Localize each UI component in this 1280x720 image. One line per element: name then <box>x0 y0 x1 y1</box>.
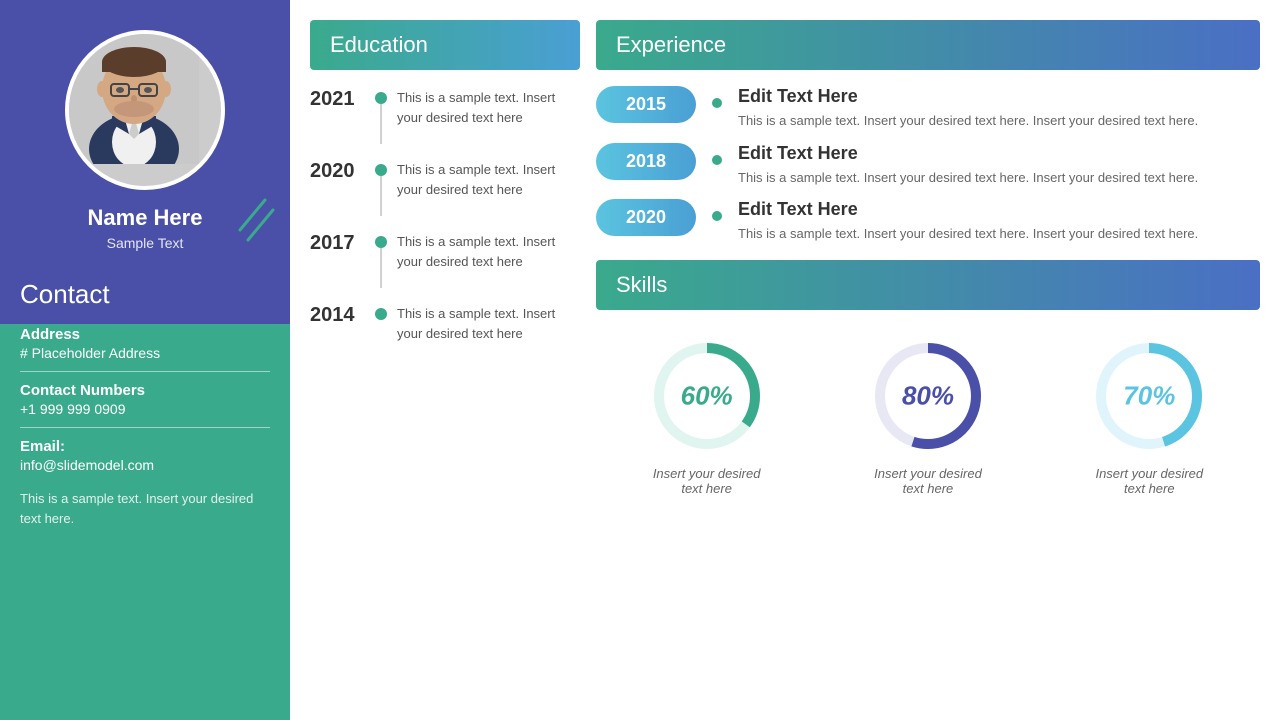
edu-text-4: This is a sample text. Insert your desir… <box>397 302 580 343</box>
skills-container: 60% Insert your desiredtext here 80% <box>596 326 1260 506</box>
skills-header: Skills <box>596 260 1260 310</box>
avatar <box>65 30 225 190</box>
email-value: info@slidemodel.com <box>20 457 270 473</box>
skill-item-1: 60% Insert your desiredtext here <box>647 336 767 496</box>
skill-circle-3: 70% <box>1089 336 1209 456</box>
skill-circle-1: 60% <box>647 336 767 456</box>
table-row: 2017 This is a sample text. Insert your … <box>310 230 580 288</box>
timeline-line-3 <box>380 248 382 288</box>
skill-label-3: Insert your desiredtext here <box>1095 466 1203 496</box>
edu-text-1: This is a sample text. Insert your desir… <box>397 86 580 127</box>
main-content: Education 2021 This is a sample text. In… <box>290 0 1280 720</box>
experience-header: Experience <box>596 20 1260 70</box>
edu-year-1: 2021 <box>310 86 365 111</box>
divider-1 <box>20 371 270 372</box>
decorative-lines-icon <box>235 195 275 245</box>
exp-text-2: This is a sample text. Insert your desir… <box>738 168 1260 188</box>
profile-subtitle: Sample Text <box>107 235 184 251</box>
skill-item-3: 70% Insert your desiredtext here <box>1089 336 1209 496</box>
exp-dot-1 <box>712 98 722 108</box>
dot-container-1 <box>375 86 387 144</box>
exp-dot-circle-1 <box>712 98 722 108</box>
contact-section: Contact Address # Placeholder Address Co… <box>20 279 270 528</box>
experience-section: Experience 2015 Edit Text Here This is a… <box>596 20 1260 244</box>
exp-year-1: 2015 <box>596 86 696 123</box>
skill-item-2: 80% Insert your desiredtext here <box>868 336 988 496</box>
edu-text-2: This is a sample text. Insert your desir… <box>397 158 580 199</box>
education-panel: Education 2021 This is a sample text. In… <box>310 20 580 700</box>
edu-year-3: 2017 <box>310 230 365 255</box>
exp-dot-circle-3 <box>712 211 722 221</box>
profile-name: Name Here <box>88 205 203 231</box>
timeline-line-1 <box>380 104 382 144</box>
exp-text-3: This is a sample text. Insert your desir… <box>738 224 1260 244</box>
list-item: 2015 Edit Text Here This is a sample tex… <box>596 86 1260 131</box>
education-timeline: 2021 This is a sample text. Insert your … <box>310 86 580 357</box>
exp-title-1: Edit Text Here <box>738 86 1260 107</box>
exp-dot-circle-2 <box>712 155 722 165</box>
exp-content-2: Edit Text Here This is a sample text. In… <box>738 143 1260 188</box>
timeline-line-2 <box>380 176 382 216</box>
sidebar: Name Here Sample Text Contact Address # … <box>0 0 290 720</box>
skill-circle-2: 80% <box>868 336 988 456</box>
timeline-dot-2 <box>375 164 387 176</box>
skills-section: Skills 60% Insert your desiredtext here <box>596 260 1260 701</box>
dot-container-3 <box>375 230 387 288</box>
phone-value: +1 999 999 0909 <box>20 401 270 417</box>
timeline-dot-4 <box>375 308 387 320</box>
right-panel: Experience 2015 Edit Text Here This is a… <box>596 20 1260 700</box>
table-row: 2020 This is a sample text. Insert your … <box>310 158 580 216</box>
exp-content-1: Edit Text Here This is a sample text. In… <box>738 86 1260 131</box>
exp-title-3: Edit Text Here <box>738 199 1260 220</box>
exp-dot-3 <box>712 211 722 221</box>
experience-timeline: 2015 Edit Text Here This is a sample tex… <box>596 86 1260 244</box>
address-value: # Placeholder Address <box>20 345 270 361</box>
skill-label-1: Insert your desiredtext here <box>653 466 761 496</box>
exp-year-3: 2020 <box>596 199 696 236</box>
sidebar-footer: This is a sample text. Insert your desir… <box>20 489 270 528</box>
skill-percent-2: 80% <box>902 380 954 411</box>
education-header: Education <box>310 20 580 70</box>
avatar-image <box>69 34 199 164</box>
exp-dot-2 <box>712 155 722 165</box>
dot-container-4 <box>375 302 387 320</box>
exp-content-3: Edit Text Here This is a sample text. In… <box>738 199 1260 244</box>
list-item: 2020 Edit Text Here This is a sample tex… <box>596 199 1260 244</box>
email-label: Email: <box>20 438 270 455</box>
skill-percent-1: 60% <box>681 380 733 411</box>
address-label: Address <box>20 326 270 343</box>
dot-container-2 <box>375 158 387 216</box>
list-item: 2018 Edit Text Here This is a sample tex… <box>596 143 1260 188</box>
timeline-dot-1 <box>375 92 387 104</box>
phone-label: Contact Numbers <box>20 382 270 399</box>
exp-title-2: Edit Text Here <box>738 143 1260 164</box>
edu-year-2: 2020 <box>310 158 365 183</box>
exp-text-1: This is a sample text. Insert your desir… <box>738 111 1260 131</box>
skill-percent-3: 70% <box>1123 380 1175 411</box>
exp-year-2: 2018 <box>596 143 696 180</box>
timeline-dot-3 <box>375 236 387 248</box>
contact-title: Contact <box>20 279 270 310</box>
table-row: 2021 This is a sample text. Insert your … <box>310 86 580 144</box>
table-row: 2014 This is a sample text. Insert your … <box>310 302 580 343</box>
edu-year-4: 2014 <box>310 302 365 327</box>
edu-text-3: This is a sample text. Insert your desir… <box>397 230 580 271</box>
skill-label-2: Insert your desiredtext here <box>874 466 982 496</box>
divider-2 <box>20 427 270 428</box>
